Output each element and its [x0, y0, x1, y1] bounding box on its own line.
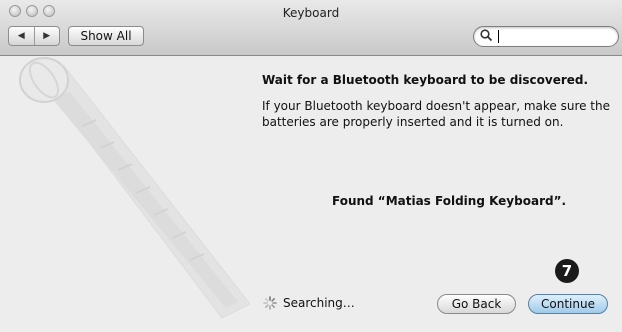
text-cursor: [498, 30, 499, 43]
search-icon: [480, 29, 493, 45]
go-back-button[interactable]: Go Back: [437, 294, 516, 314]
continue-button[interactable]: Continue: [528, 294, 608, 314]
instruction-heading: Wait for a Bluetooth keyboard to be disc…: [262, 73, 589, 87]
back-arrow-icon[interactable]: ◀: [9, 27, 35, 45]
bluetooth-keyboard-illustration-icon: [19, 57, 250, 319]
found-device-text: Found “Matias Folding Keyboard”.: [332, 194, 567, 208]
back-forward-control: ◀ ▶: [8, 26, 60, 46]
forward-arrow-icon[interactable]: ▶: [35, 27, 60, 45]
searching-label: Searching…: [283, 296, 355, 310]
progress-spinner-icon: [263, 296, 277, 310]
show-all-button[interactable]: Show All: [68, 26, 144, 46]
preferences-window: Keyboard ◀ ▶ Show All Wait for a Bluetoo…: [0, 0, 622, 332]
step-number-badge: 7: [555, 259, 579, 283]
searching-status: Searching…: [263, 296, 355, 310]
search-field[interactable]: [473, 26, 619, 47]
title-toolbar: Keyboard ◀ ▶ Show All: [0, 0, 622, 56]
window-title: Keyboard: [282, 6, 340, 20]
instruction-text: If your Bluetooth keyboard doesn't appea…: [262, 99, 610, 129]
